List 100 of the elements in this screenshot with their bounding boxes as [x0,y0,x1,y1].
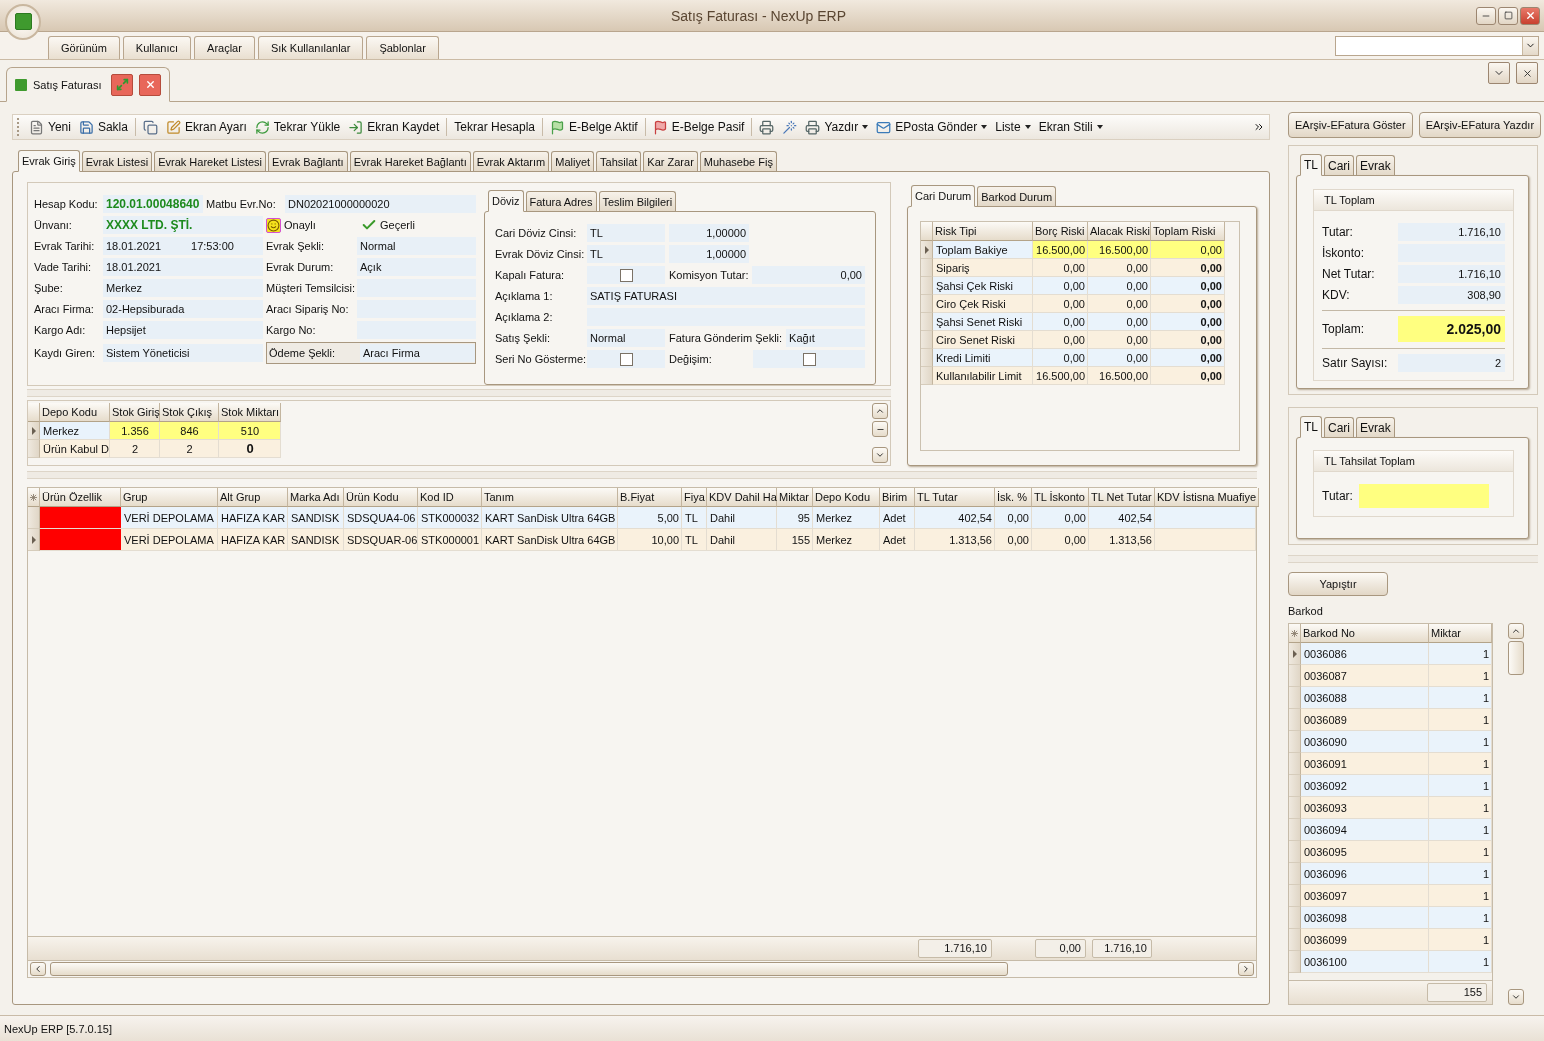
toolbar-button[interactable]: Sakla [75,116,131,138]
close-button[interactable] [139,73,162,96]
column-header[interactable]: Alt Grup [218,488,288,507]
tab[interactable]: Döviz [488,190,524,212]
scroll-down-button[interactable] [872,447,888,463]
input-field[interactable]: 308,90 [1398,286,1505,304]
tab[interactable]: TL [1300,154,1322,176]
input-field[interactable]: 1.716,10 [1398,265,1505,283]
input-field[interactable]: 0,00 [752,266,865,284]
tab[interactable]: Fatura Adres [525,191,597,211]
tab[interactable]: Tahsilat [596,151,642,171]
toolbar-button[interactable]: Tekrar Hesapla [451,116,538,138]
column-header[interactable]: Toplam Riski [1151,222,1225,241]
menu-tab[interactable]: Şablonlar [366,36,439,59]
column-header[interactable]: Miktar [777,488,813,507]
input-field[interactable]: 2 [1398,354,1505,372]
tab[interactable]: Evrak Hareket Bağlantı [349,151,471,171]
column-header[interactable]: Risk Tipi [933,222,1033,241]
input-field[interactable]: 1,00000 [669,224,749,242]
input-field[interactable] [1358,484,1489,508]
logo-icon[interactable] [5,3,41,40]
tab[interactable]: Evrak Aktarım [472,151,550,171]
column-header[interactable]: KDV İstisna Muafiye [1155,488,1260,507]
tab[interactable]: Maliyet [551,151,595,171]
input-field[interactable]: Sistem Yöneticisi [103,344,263,362]
input-field[interactable]: TL [587,224,665,242]
close-button[interactable] [1516,62,1538,84]
dropdown-button[interactable] [1488,62,1510,84]
toolbar-button[interactable]: Tekrar Yükle [251,116,344,138]
row-indicator[interactable] [1289,643,1301,665]
input-field[interactable]: Normal [357,237,476,255]
grip-handle[interactable] [17,118,20,136]
column-header[interactable]: TL Net Tutar [1089,488,1155,507]
paste-button[interactable]: Yapıştır [1288,572,1388,596]
column-header[interactable]: Tanım [482,488,618,507]
splitter-bar[interactable] [27,471,1257,479]
input-field[interactable]: SATIŞ FATURASI [587,287,865,305]
column-header[interactable]: Stok Miktarı [219,403,281,422]
column-header[interactable]: Miktar [1429,624,1492,643]
input-field[interactable]: Kağıt [786,329,865,347]
toolbar-button[interactable]: E-Belge Aktif [547,116,641,138]
dropdown-button[interactable]: Ekran Stili [1035,116,1106,138]
splitter-bar[interactable] [27,389,891,397]
column-header[interactable]: Ürün Özellik [40,488,121,507]
tab[interactable]: Teslim Bilgileri [598,191,677,211]
maximize-button[interactable] [1498,6,1518,25]
column-header[interactable]: Grup [121,488,218,507]
scroll-left-button[interactable] [30,962,46,976]
expand-button[interactable] [111,73,134,96]
column-header[interactable]: Stok Çıkış [160,403,219,422]
toolbar-button[interactable]: Ekran Ayarı [162,116,250,138]
input-field[interactable]: 18.01.2021 [103,258,263,276]
input-field[interactable]: 1.716,10 [1398,223,1505,241]
input-field[interactable]: 02-Hepsiburada [103,300,263,318]
column-header[interactable]: Depo Kodu [813,488,880,507]
checkbox[interactable] [619,352,633,366]
scroll-thumb[interactable] [1508,641,1524,675]
more-button[interactable] [1253,121,1265,133]
combo-field[interactable] [1335,35,1539,56]
close-button[interactable] [1520,6,1540,25]
scroll-middle-button[interactable] [872,421,888,437]
action-button[interactable]: EArşiv-EFatura Yazdır [1418,112,1542,138]
scroll-right-button[interactable] [1238,962,1254,976]
checkbox[interactable] [619,268,633,282]
row-indicator[interactable] [28,529,40,551]
tab[interactable]: Evrak [1356,155,1395,175]
tab[interactable]: Cari [1324,417,1355,437]
document-tab[interactable]: Satış Faturası [33,78,102,91]
input-field[interactable]: Normal [587,329,665,347]
toolbar-button[interactable]: Ekran Kaydet [345,116,443,138]
dropdown-button[interactable]: Yazdır [802,116,872,138]
input-field[interactable]: DN02021000000020 [285,195,476,213]
menu-tab[interactable]: Sık Kullanılanlar [257,36,364,59]
input-field[interactable]: XXXX LTD. ŞTİ. [103,216,263,234]
column-header[interactable]: Fiya [682,488,707,507]
dropdown-button[interactable]: Liste [992,116,1034,138]
scroll-up-button[interactable] [872,403,888,419]
tab[interactable]: Barkod Durum [977,186,1057,206]
input-field[interactable]: 18.01.2021 17:53:00 [103,237,263,255]
column-header[interactable]: KDV Dahil Ha [707,488,777,507]
column-header[interactable]: Marka Adı [288,488,344,507]
row-indicator[interactable] [921,241,933,259]
column-header[interactable]: Birim [880,488,915,507]
tab[interactable]: Evrak Listesi [81,151,153,171]
tab[interactable]: Evrak Giriş [18,150,80,172]
action-button[interactable]: EArşiv-EFatura Göster [1288,112,1413,138]
column-header[interactable]: Stok Giriş [110,403,160,422]
input-field[interactable]: 120.01.00048640 [103,195,203,213]
tab[interactable]: TL [1300,416,1322,438]
column-header[interactable]: Alacak Riski [1088,222,1151,241]
column-header[interactable]: İsk. % [995,488,1032,507]
input-field[interactable]: 1,00000 [669,245,749,263]
dropdown-button[interactable]: EPosta Gönder [873,116,991,138]
input-field[interactable]: Hepsijet [103,321,263,339]
column-header[interactable]: Kod ID [418,488,482,507]
toolbar-button[interactable]: E-Belge Pasif [649,116,748,138]
tab[interactable]: Kar Zarar [643,151,698,171]
column-header[interactable]: Ürün Kodu [344,488,418,507]
checkbox[interactable] [802,352,816,366]
scroll-thumb[interactable] [50,962,1008,976]
